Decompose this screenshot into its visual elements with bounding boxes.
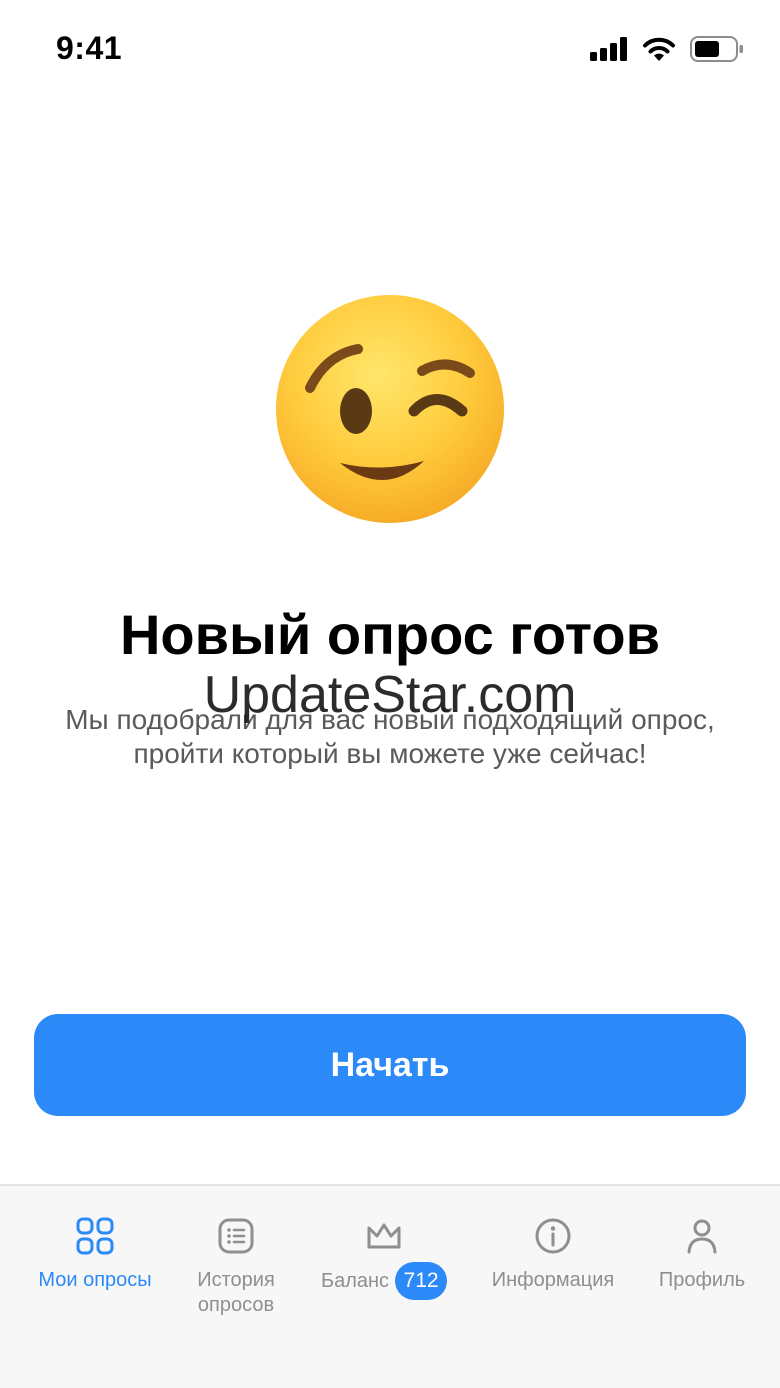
list-icon (218, 1218, 254, 1254)
tab-label: Информация (491, 1269, 615, 1291)
status-icons (590, 36, 744, 62)
balance-row: Баланс 712 (320, 1262, 448, 1300)
tab-information[interactable]: Информация (478, 1186, 628, 1336)
info-icon (535, 1218, 571, 1254)
person-icon (687, 1219, 717, 1254)
wifi-icon (643, 37, 675, 61)
tab-label-line: опросов (197, 1294, 275, 1316)
crown-icon (367, 1223, 401, 1249)
description-line: Мы подобрали для вас новый подходящий оп… (65, 704, 715, 735)
tab-label: Мои опросы (38, 1269, 152, 1291)
status-bar: 9:41 (0, 0, 780, 100)
tab-survey-history[interactable]: История опросов (176, 1186, 296, 1336)
cellular-signal-icon (590, 37, 627, 61)
description-line: пройти который вы можете уже сейчас! (133, 738, 647, 769)
tab-label: Профиль (658, 1269, 746, 1291)
battery-icon (690, 36, 743, 62)
status-time: 9:41 (56, 30, 123, 66)
tab-my-surveys[interactable]: Мои опросы (24, 1186, 166, 1336)
tab-profile[interactable]: Профиль (648, 1186, 756, 1336)
survey-ready-title: Новый опрос готов (119, 603, 660, 666)
tab-label-line: История (197, 1269, 275, 1291)
balance-badge: 712 (395, 1262, 448, 1300)
survey-ready-description: Мы подобрали для вас новый подходящий оп… (20, 703, 760, 771)
start-survey-button[interactable]: Начать (34, 1014, 746, 1116)
grid-icon (76, 1217, 114, 1255)
tab-label: Баланс (320, 1269, 390, 1292)
winking-face-icon (276, 295, 504, 523)
tab-bar: Мои опросы История опросов Баланс 712 Ин… (0, 1184, 780, 1388)
tab-balance[interactable]: Баланс 712 (314, 1186, 454, 1336)
tab-label: История опросов (197, 1268, 275, 1318)
